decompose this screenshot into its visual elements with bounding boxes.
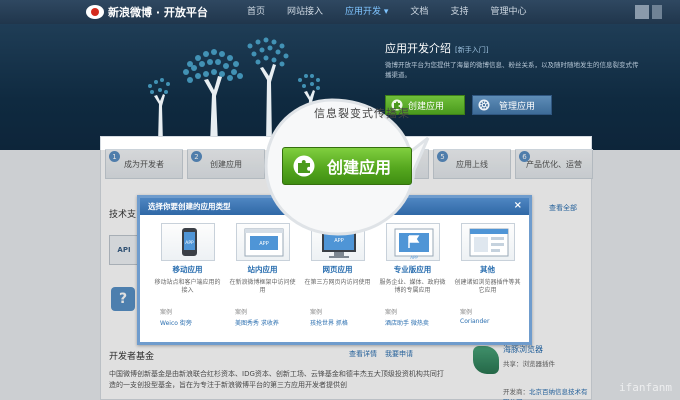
nav-link-admin[interactable]: 管理中心: [479, 0, 537, 24]
app-type-case-label: 案例: [385, 309, 398, 316]
nav-link-docs[interactable]: 文档: [399, 0, 439, 24]
nav-links: 首页 网站接入 应用开发 ▾ 文档 支持 管理中心: [236, 0, 537, 24]
app-type-case-label: 案例: [235, 309, 248, 316]
app-type-name: 网页应用: [322, 265, 353, 274]
app-type-case-label: 案例: [460, 309, 473, 316]
app-type-examples[interactable]: 美图秀秀 求收养: [225, 318, 300, 327]
app-type-name: 专业版应用: [393, 265, 432, 274]
app-type-pro[interactable]: APP 专业版应用 服务企业、媒体、政府微博的专属应用 案例 酒店助手 微热卖: [375, 223, 450, 327]
hero-description: 微博开放平台为您提供了海量的微博信息、粉丝关系，以及随时随地发生的信息裂变式传播…: [385, 61, 639, 79]
top-nav: 新浪微博 · 开放平台 首页 网站接入 应用开发 ▾ 文档 支持 管理中心: [0, 0, 680, 24]
app-type-in-site[interactable]: APP 站内应用 在新浪微博框架中访问使用 案例 美图秀秀 求收养: [225, 223, 300, 327]
hero-title: 应用开发介绍 [新手入门]: [385, 42, 489, 55]
app-type-desc: 在新浪微博框架中访问使用: [229, 279, 296, 294]
puzzle-icon: [293, 155, 315, 177]
app-type-name: 其他: [480, 265, 495, 274]
magnified-text: 信息裂变式传播渠: [314, 107, 410, 120]
app-type-name: 移动应用: [172, 265, 203, 274]
svg-text:APP: APP: [185, 240, 194, 246]
weibo-logo-icon: [86, 5, 104, 19]
close-icon[interactable]: ×: [514, 200, 522, 211]
app-type-desc: 移动站点和客户端应用的接入: [154, 279, 221, 294]
other-app-icon: [460, 223, 515, 261]
mobile-app-icon: APP: [160, 223, 215, 261]
nav-link-support[interactable]: 支持: [439, 0, 479, 24]
user-dropdown-icon[interactable]: [652, 5, 662, 19]
app-type-mobile[interactable]: APP 移动应用 移动站点和客户端应用的接入 案例 Weico 街旁: [150, 223, 225, 327]
app-type-case-label: 案例: [310, 309, 323, 316]
watermark: ifanfanm: [619, 381, 672, 394]
app-type-name: 站内应用: [247, 265, 278, 274]
beginner-link[interactable]: [新手入门]: [455, 46, 488, 54]
app-type-desc: 创建诸如浏览器插件等其它应用: [454, 279, 521, 294]
user-menu[interactable]: [635, 5, 662, 19]
modal-title: 选择你要创建的应用类型: [148, 202, 231, 211]
app-type-case-label: 案例: [160, 309, 173, 316]
svg-text:APP: APP: [334, 238, 343, 244]
brand-logo[interactable]: 新浪微博 · 开放平台: [86, 4, 226, 20]
create-app-button-magnified[interactable]: 创建应用: [282, 147, 412, 185]
manage-app-button[interactable]: 管理应用: [472, 95, 552, 115]
nav-link-site-access[interactable]: 网站接入: [276, 0, 334, 24]
app-type-examples[interactable]: 孩抢世界 抓格: [300, 318, 375, 327]
app-type-web[interactable]: APP 网页应用 在第三方网页内访问使用 案例 孩抢世界 抓格: [300, 223, 375, 327]
brand-name: 新浪微博 · 开放平台: [108, 6, 208, 19]
app-type-examples[interactable]: 酒店助手 微热卖: [375, 318, 450, 327]
app-type-desc: 服务企业、媒体、政府微博的专属应用: [379, 279, 446, 294]
nav-link-home[interactable]: 首页: [236, 0, 276, 24]
app-type-examples[interactable]: Coriander: [450, 318, 525, 325]
avatar[interactable]: [635, 5, 649, 19]
nav-link-app-dev[interactable]: 应用开发 ▾: [334, 0, 399, 24]
app-type-desc: 在第三方网页内访问使用: [304, 279, 371, 286]
svg-text:APP: APP: [259, 241, 268, 247]
app-type-other[interactable]: 其他 创建诸如浏览器插件等其它应用 案例 Coriander: [450, 223, 525, 327]
svg-text:APP: APP: [410, 255, 418, 260]
gear-icon: [478, 99, 490, 111]
app-type-examples[interactable]: Weico 街旁: [150, 318, 225, 327]
